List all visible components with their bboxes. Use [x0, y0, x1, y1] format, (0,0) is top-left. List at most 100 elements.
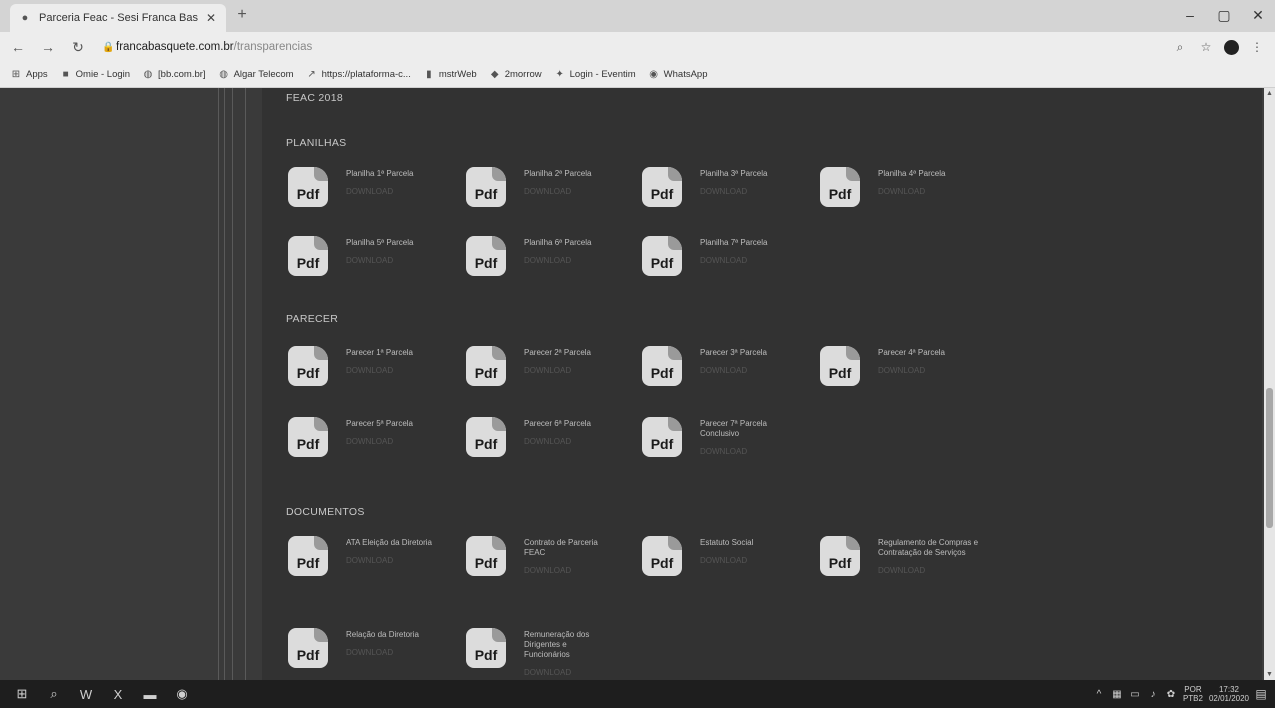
bookmark-item[interactable]: ✦ Login - Eventim [554, 69, 635, 80]
app-tray-icon[interactable]: ✿ [1165, 689, 1177, 700]
forward-icon[interactable]: → [36, 39, 60, 55]
download-link[interactable]: DOWNLOAD [346, 366, 466, 376]
pdf-icon[interactable]: Pdf [466, 167, 506, 207]
lock-icon[interactable]: 🔒 [102, 42, 116, 53]
download-link[interactable]: DOWNLOAD [524, 437, 644, 447]
display-icon[interactable]: ▭ [1129, 689, 1141, 700]
scrollbar-thumb[interactable] [1266, 388, 1273, 528]
pdf-icon[interactable]: Pdf [466, 236, 506, 276]
pdf-icon[interactable]: Pdf [642, 346, 682, 386]
bookmark-item[interactable]: ◍ Algar Telecom [218, 69, 293, 80]
avatar[interactable] [1224, 39, 1239, 55]
doc-item[interactable]: Pdf Parecer 5ª Parcela DOWNLOAD [288, 417, 466, 457]
chrome-icon[interactable]: ◉ [166, 686, 198, 702]
download-link[interactable]: DOWNLOAD [346, 256, 466, 266]
pdf-icon[interactable]: Pdf [642, 536, 682, 576]
scroll-up-icon[interactable]: ▲ [1264, 90, 1275, 97]
doc-item[interactable]: Pdf Relação da Diretoria DOWNLOAD [288, 628, 466, 668]
star-icon[interactable]: ☆ [1198, 40, 1214, 54]
new-tab-icon[interactable]: + [232, 6, 252, 24]
file-explorer-icon[interactable]: ▬ [134, 687, 166, 702]
pdf-icon[interactable]: Pdf [820, 346, 860, 386]
download-link[interactable]: DOWNLOAD [524, 566, 610, 576]
address-bar[interactable]: 🔒 francabasquete.com.br/transparencias [102, 35, 1172, 59]
close-tab-icon[interactable]: ✕ [204, 11, 218, 25]
pdf-icon[interactable]: Pdf [288, 346, 328, 386]
doc-item[interactable]: Pdf Planilha 2ª Parcela DOWNLOAD [466, 167, 644, 207]
doc-item[interactable]: Pdf ATA Eleição da Diretoria DOWNLOAD [288, 536, 466, 576]
download-link[interactable]: DOWNLOAD [700, 366, 820, 376]
pdf-icon[interactable]: Pdf [288, 417, 328, 457]
doc-item[interactable]: Pdf Remuneração dos Dirigentes e Funcion… [466, 628, 596, 678]
page-scrollbar[interactable]: ▲ ▼ [1264, 88, 1275, 680]
back-icon[interactable]: ← [6, 39, 30, 55]
bookmark-item[interactable]: ◍ [bb.com.br] [142, 69, 206, 80]
pdf-icon[interactable]: Pdf [466, 417, 506, 457]
pdf-icon[interactable]: Pdf [466, 346, 506, 386]
download-link[interactable]: DOWNLOAD [878, 187, 998, 197]
pdf-icon[interactable]: Pdf [820, 536, 860, 576]
pdf-icon[interactable]: Pdf [466, 536, 506, 576]
doc-item[interactable]: Pdf Parecer 3ª Parcela DOWNLOAD [642, 346, 820, 386]
excel-icon[interactable]: X [102, 687, 134, 702]
download-link[interactable]: DOWNLOAD [346, 648, 466, 658]
bookmark-item[interactable]: ⊞ Apps [10, 69, 48, 80]
bookmark-item[interactable]: ▮ mstrWeb [423, 69, 477, 80]
doc-item[interactable]: Pdf Parecer 6ª Parcela DOWNLOAD [466, 417, 644, 457]
pdf-icon[interactable]: Pdf [466, 628, 506, 668]
download-link[interactable]: DOWNLOAD [524, 187, 644, 197]
volume-icon[interactable]: ♪ [1147, 689, 1159, 700]
doc-item[interactable]: Pdf Planilha 1ª Parcela DOWNLOAD [288, 167, 466, 207]
pdf-icon[interactable]: Pdf [820, 167, 860, 207]
minimize-icon[interactable]: – [1173, 0, 1207, 32]
pdf-icon[interactable]: Pdf [642, 236, 682, 276]
pdf-icon[interactable]: Pdf [288, 236, 328, 276]
download-link[interactable]: DOWNLOAD [524, 668, 596, 678]
notifications-icon[interactable]: ▤ [1255, 687, 1267, 701]
doc-item[interactable]: Pdf Parecer 2ª Parcela DOWNLOAD [466, 346, 644, 386]
bookmark-item[interactable]: ↗ https://plataforma-c... [306, 69, 410, 80]
pdf-icon[interactable]: Pdf [642, 167, 682, 207]
language-indicator[interactable]: POR PTB2 [1183, 685, 1203, 703]
chevron-up-icon[interactable]: ^ [1093, 689, 1105, 700]
menu-icon[interactable]: ⋮ [1249, 40, 1265, 54]
doc-item[interactable]: Pdf Planilha 6ª Parcela DOWNLOAD [466, 236, 644, 276]
doc-item[interactable]: Pdf Planilha 3ª Parcela DOWNLOAD [642, 167, 820, 207]
download-link[interactable]: DOWNLOAD [524, 256, 644, 266]
pdf-icon[interactable]: Pdf [642, 417, 682, 457]
search-icon[interactable]: ⌕ [1172, 40, 1188, 55]
reload-icon[interactable]: ↻ [66, 39, 90, 56]
bookmark-item[interactable]: ◆ 2morrow [489, 69, 542, 80]
windows-start-icon[interactable]: ⊞ [6, 686, 38, 702]
bookmark-item[interactable]: ◉ WhatsApp [648, 69, 707, 80]
doc-item[interactable]: Pdf Regulamento de Compras e Contratação… [820, 536, 982, 576]
bookmark-item[interactable]: ■ Omie - Login [60, 69, 130, 80]
download-link[interactable]: DOWNLOAD [878, 566, 982, 576]
download-link[interactable]: DOWNLOAD [346, 437, 466, 447]
network-icon[interactable]: ▦ [1111, 689, 1123, 700]
doc-item[interactable]: Pdf Parecer 4ª Parcela DOWNLOAD [820, 346, 998, 386]
scroll-down-icon[interactable]: ▼ [1264, 671, 1275, 678]
download-link[interactable]: DOWNLOAD [700, 256, 820, 266]
doc-item[interactable]: Pdf Estatuto Social DOWNLOAD [642, 536, 820, 576]
close-window-icon[interactable]: ✕ [1241, 0, 1275, 32]
browser-tab[interactable]: ● Parceria Feac - Sesi Franca Basq... ✕ [10, 4, 226, 32]
download-link[interactable]: DOWNLOAD [346, 556, 466, 566]
pdf-icon[interactable]: Pdf [288, 167, 328, 207]
doc-item[interactable]: Pdf Contrato de Parceria FEAC DOWNLOAD [466, 536, 610, 576]
search-icon[interactable]: ⌕ [38, 686, 70, 702]
pdf-icon[interactable]: Pdf [288, 628, 328, 668]
download-link[interactable]: DOWNLOAD [346, 187, 466, 197]
doc-item[interactable]: Pdf Parecer 7ª Parcela Conclusivo DOWNLOA… [642, 417, 770, 457]
pdf-icon[interactable]: Pdf [288, 536, 328, 576]
clock[interactable]: 17:32 02/01/2020 [1209, 685, 1249, 703]
maximize-icon[interactable]: ▢ [1207, 0, 1241, 32]
doc-item[interactable]: Pdf Planilha 7ª Parcela DOWNLOAD [642, 236, 820, 276]
download-link[interactable]: DOWNLOAD [524, 366, 644, 376]
download-link[interactable]: DOWNLOAD [700, 447, 770, 457]
doc-item[interactable]: Pdf Planilha 5ª Parcela DOWNLOAD [288, 236, 466, 276]
download-link[interactable]: DOWNLOAD [878, 366, 998, 376]
word-icon[interactable]: W [70, 687, 102, 702]
download-link[interactable]: DOWNLOAD [700, 556, 820, 566]
doc-item[interactable]: Pdf Planilha 4ª Parcela DOWNLOAD [820, 167, 998, 207]
